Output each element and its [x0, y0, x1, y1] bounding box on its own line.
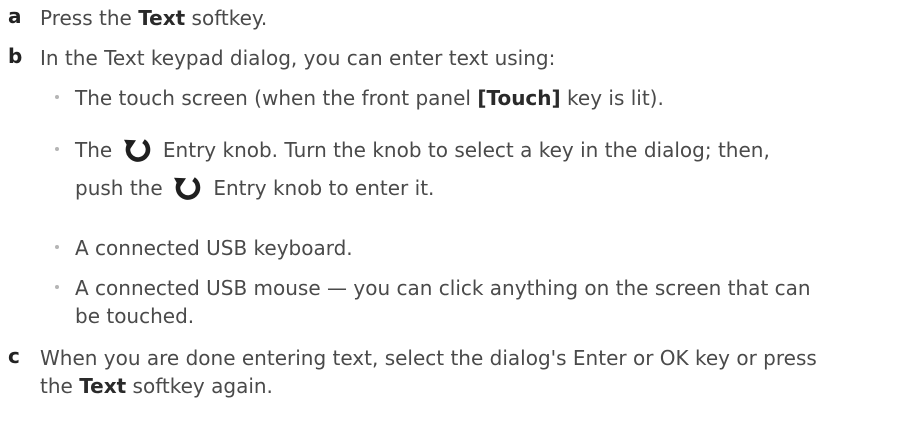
text-segment: The touch screen (when the front panel: [75, 86, 478, 110]
list-item-text: The touch screen (when the front panel […: [75, 84, 912, 112]
bullet-icon: [55, 245, 59, 249]
step-letter: c: [8, 344, 20, 368]
text-segment: Entry knob to enter it.: [207, 176, 435, 200]
softkey-name: Text: [79, 374, 127, 398]
list-item-text: The Entry knob. Turn the knob to select …: [75, 136, 912, 202]
text-line: the Text softkey again.: [40, 372, 912, 400]
bullet-icon: [55, 95, 59, 99]
text-line: be touched.: [75, 304, 195, 328]
list-item-text: A connected USB keyboard.: [75, 236, 353, 260]
step-text: Press the Text softkey.: [40, 4, 912, 32]
list-item-text: A connected USB mouse — you can click an…: [75, 274, 912, 330]
text-segment: The: [75, 138, 119, 162]
entry-knob-icon: [174, 177, 201, 200]
step-text: In the Text keypad dialog, you can enter…: [40, 46, 556, 70]
text-segment: Press the: [40, 6, 139, 30]
step-text: When you are done entering text, select …: [40, 344, 912, 400]
text-segment: push the: [75, 176, 170, 200]
softkey-name: Text: [138, 6, 186, 30]
entry-knob-icon: [123, 139, 150, 162]
text-segment: the: [40, 374, 80, 398]
step-letter: b: [8, 44, 23, 68]
text-line: When you are done entering text, select …: [40, 346, 817, 370]
text-segment: softkey again.: [126, 374, 273, 398]
bullet-icon: [55, 147, 59, 151]
text-segment: key is lit).: [560, 86, 664, 110]
text-line: A connected USB mouse — you can click an…: [75, 276, 811, 300]
key-name: [Touch]: [477, 86, 561, 110]
text-segment: softkey.: [185, 6, 268, 30]
step-letter: a: [8, 4, 22, 28]
text-segment: Entry knob. Turn the knob to select a ke…: [156, 138, 770, 162]
bullet-icon: [55, 285, 59, 289]
